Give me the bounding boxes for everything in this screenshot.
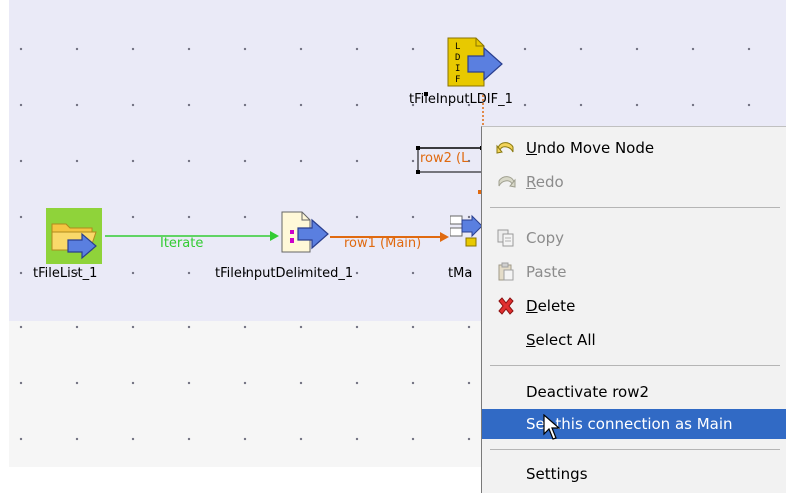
iterate-label[interactable]: Iterate <box>160 236 203 251</box>
redo-label-rest: edo <box>535 173 564 191</box>
svg-text:L: L <box>455 42 460 52</box>
context-menu: Undo Move Node Redo Copy Paste Delete Se… <box>481 126 786 493</box>
tfileinputdelimited-label: tFileInputDelimited_1 <box>215 266 354 281</box>
delete-label-rest: elete <box>537 297 576 315</box>
tmap-label: tMa <box>448 266 473 281</box>
paste-icon <box>498 262 514 281</box>
settings-label: Settings <box>526 465 588 483</box>
delete-mnemonic: D <box>526 297 538 315</box>
redo-mnemonic: R <box>526 173 536 191</box>
menu-item-paste[interactable]: Paste <box>482 257 786 287</box>
undo-label-rest: ndo Move Node <box>536 139 655 157</box>
svg-text:I: I <box>455 64 460 74</box>
tmap-node[interactable] <box>449 212 483 256</box>
svg-text:D: D <box>455 53 460 63</box>
undo-icon <box>496 142 514 154</box>
undo-mnemonic: U <box>526 139 537 157</box>
paste-label: Paste <box>526 263 567 281</box>
tfilelist-node[interactable] <box>44 206 104 266</box>
tfileinputdelimited-node[interactable] <box>280 208 330 258</box>
menu-item-deactivate-row2[interactable]: Deactivate row2 <box>482 377 786 407</box>
row2-label[interactable]: row2 (L <box>420 151 468 166</box>
menu-item-delete[interactable]: Delete <box>482 291 786 321</box>
mouse-cursor-icon <box>543 414 561 440</box>
menu-item-copy[interactable]: Copy <box>482 223 786 253</box>
menu-item-redo[interactable]: Redo <box>482 167 786 197</box>
svg-text:F: F <box>455 75 460 85</box>
delete-icon <box>498 297 514 315</box>
deactivate-label: Deactivate row2 <box>526 383 650 401</box>
tfileinputldif-node[interactable]: L D I F <box>446 36 508 90</box>
row1-label[interactable]: row1 (Main) <box>344 236 421 251</box>
copy-icon <box>497 229 514 247</box>
menu-item-undo[interactable]: Undo Move Node <box>482 133 786 163</box>
tmap-icon <box>449 214 483 247</box>
select-all-mnemonic: S <box>526 331 536 349</box>
delimited-file-icon <box>281 211 329 253</box>
menu-item-set-main[interactable]: Set this connection as Main <box>482 409 786 439</box>
menu-separator <box>490 365 780 366</box>
tfileinputldif-label: tFileInputLDIF_1 <box>409 92 513 107</box>
redo-icon <box>498 176 516 188</box>
menu-separator <box>490 207 780 208</box>
copy-label: Copy <box>526 229 565 247</box>
menu-item-settings[interactable]: Settings <box>482 459 786 489</box>
ldif-file-icon: L D I F <box>447 37 503 87</box>
menu-item-select-all[interactable]: Select All <box>482 325 786 355</box>
tfilelist-label: tFileList_1 <box>33 266 98 281</box>
folder-arrow-icon <box>46 208 102 264</box>
menu-separator <box>490 449 780 450</box>
select-all-label-rest: elect All <box>535 331 596 349</box>
